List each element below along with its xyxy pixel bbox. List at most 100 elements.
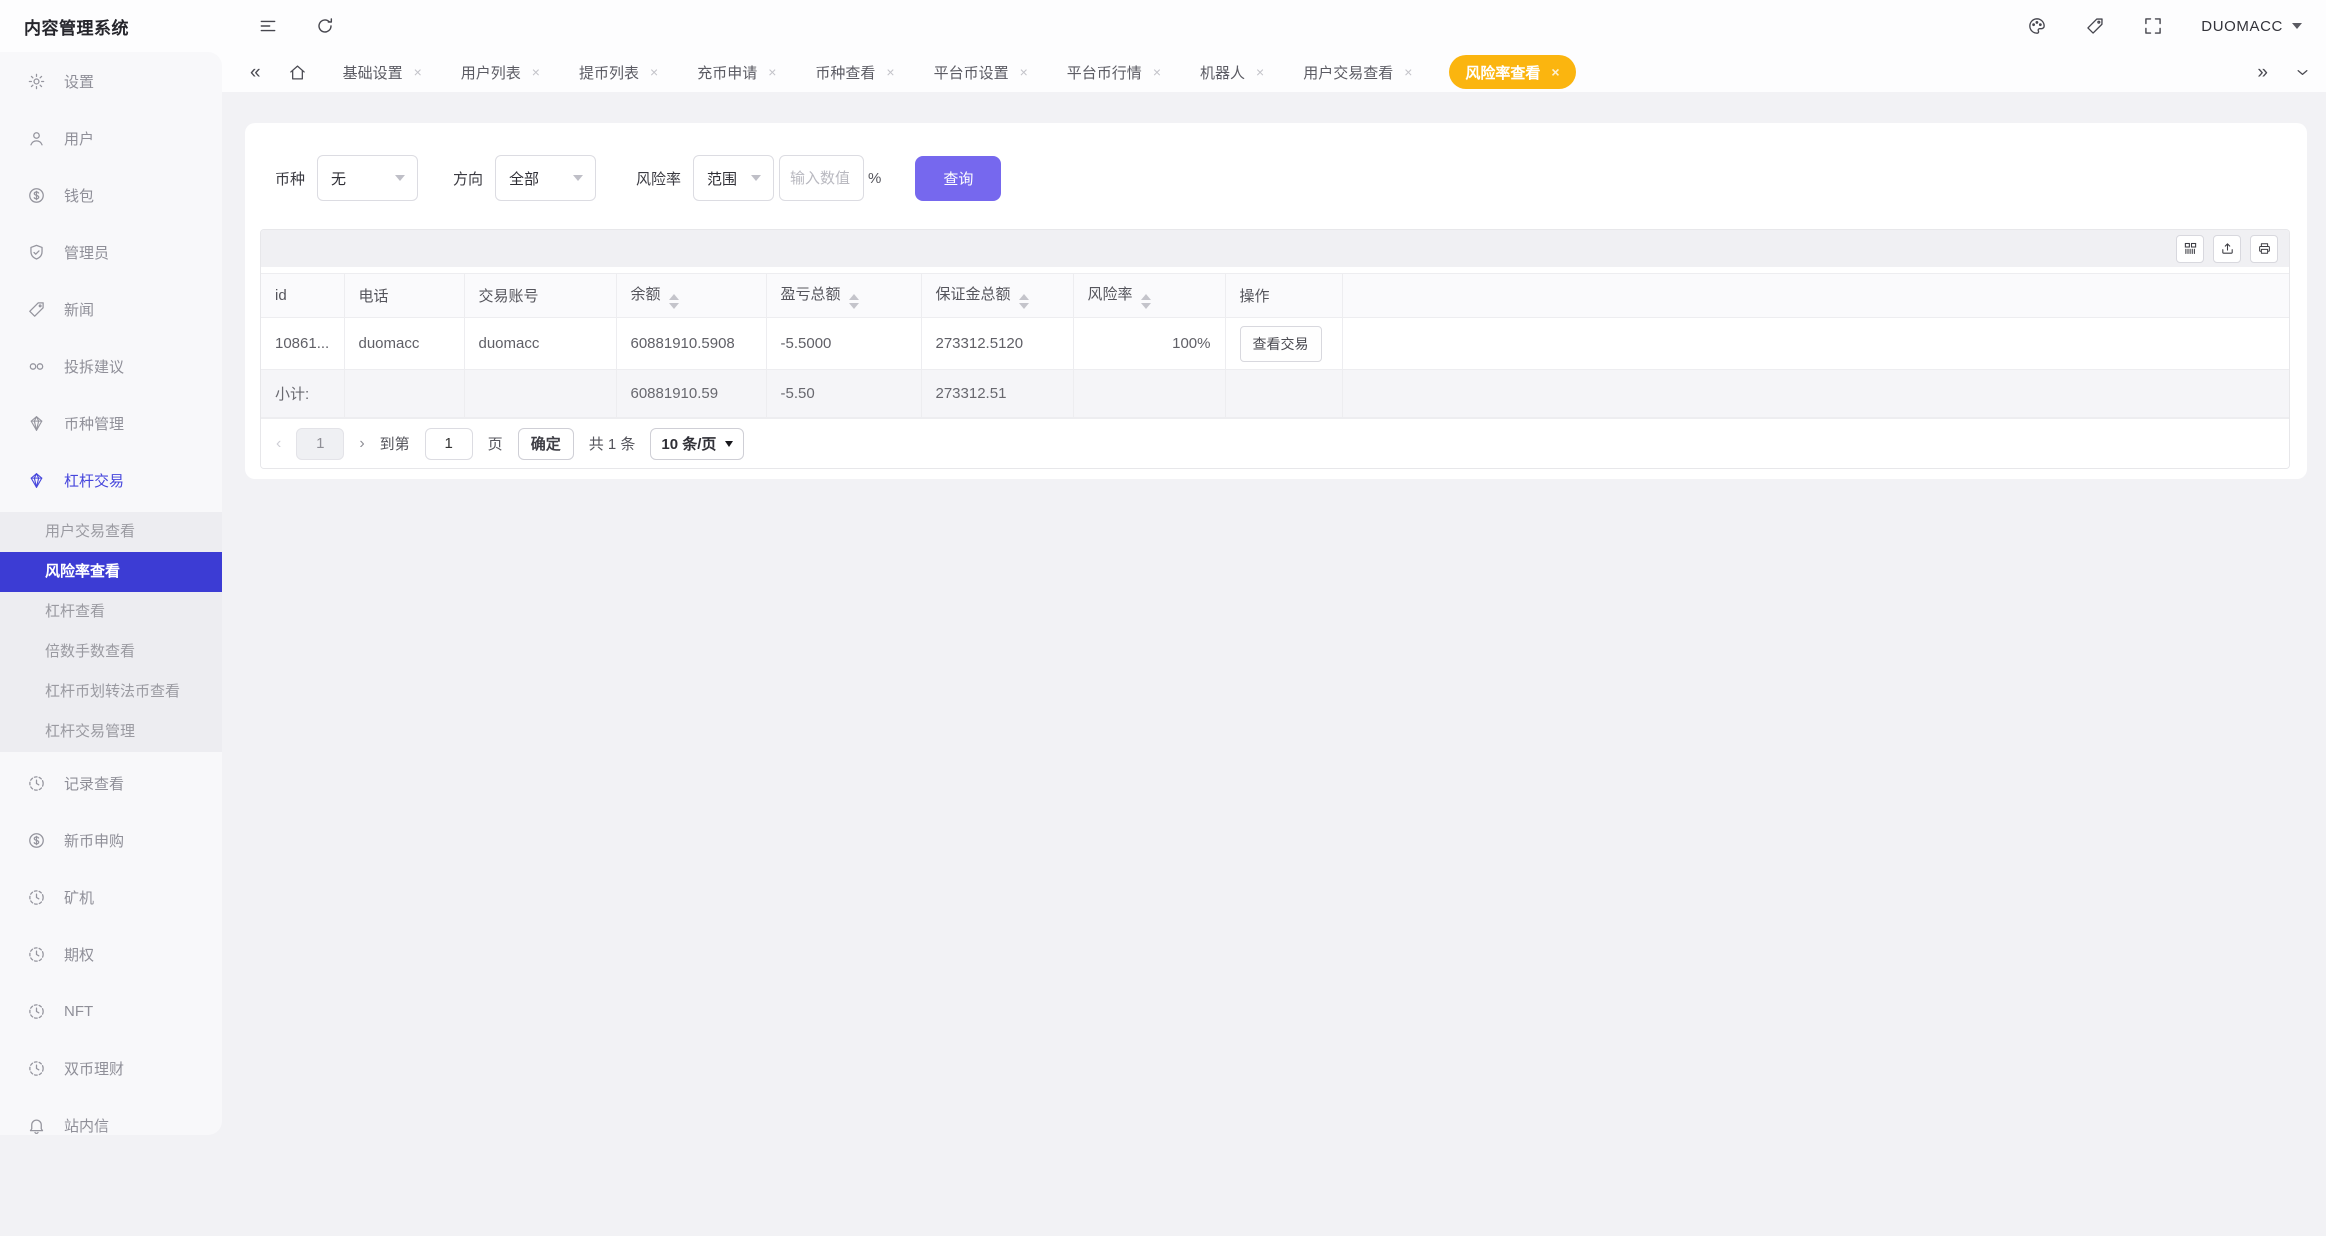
cell-account: duomacc <box>464 318 616 370</box>
close-icon[interactable]: × <box>1551 64 1559 80</box>
home-icon[interactable] <box>288 63 307 82</box>
sidebar-subitem-leverage-view[interactable]: 杠杆查看 <box>0 592 222 632</box>
next-page-icon[interactable]: › <box>359 436 364 452</box>
view-trades-button[interactable]: 查看交易 <box>1240 326 1322 362</box>
sort-icons[interactable] <box>1141 294 1151 309</box>
theme-palette-icon[interactable] <box>2027 16 2047 36</box>
sort-desc-icon <box>849 303 859 309</box>
tabs-scroll-left-icon[interactable]: « <box>250 63 261 82</box>
export-button[interactable] <box>2213 235 2241 263</box>
sidebar-item-site-mail[interactable]: 站内信 <box>0 1100 222 1135</box>
column-header-4[interactable]: 盈亏总额 <box>766 274 921 318</box>
dollar-icon <box>27 831 46 850</box>
close-icon[interactable]: × <box>768 64 776 80</box>
tag-icon[interactable] <box>2085 16 2105 36</box>
tab-3[interactable]: 充币申请× <box>695 55 778 89</box>
current-page-button[interactable]: 1 <box>296 428 344 460</box>
fullscreen-icon[interactable] <box>2143 16 2163 36</box>
close-icon[interactable]: × <box>532 64 540 80</box>
sidebar-item-feedback[interactable]: 投拆建议 <box>0 341 222 391</box>
sidebar-item-label: 钱包 <box>64 185 94 206</box>
sidebar-item-miner[interactable]: 矿机 <box>0 872 222 922</box>
tab-list: 基础设置×用户列表×提币列表×充币申请×币种查看×平台币设置×平台币行情×机器人… <box>341 55 1611 89</box>
sidebar-item-options[interactable]: 期权 <box>0 929 222 979</box>
tab-9[interactable]: 风险率查看× <box>1449 55 1575 89</box>
tab-8[interactable]: 用户交易查看 × <box>1301 55 1414 89</box>
risk-unit-label: % <box>868 170 881 187</box>
chevron-down-icon <box>573 175 583 181</box>
total-count-label: 共 1 条 <box>589 433 636 454</box>
sidebar-item-dual-invest[interactable]: 双币理财 <box>0 1043 222 1093</box>
tabs-menu-chevron-icon[interactable] <box>2295 65 2310 80</box>
user-dropdown[interactable]: DUOMACC <box>2201 18 2302 35</box>
sidebar-item-nft[interactable]: NFT <box>0 986 222 1036</box>
column-header-1: 电话 <box>344 274 464 318</box>
sidebar-subitem-risk-rate-view[interactable]: 风险率查看 <box>0 552 222 592</box>
column-header-5[interactable]: 保证金总额 <box>921 274 1073 318</box>
sidebar-item-label: 投拆建议 <box>64 356 124 377</box>
tab-4[interactable]: 币种查看 × <box>813 55 896 89</box>
close-icon[interactable]: × <box>1256 64 1264 80</box>
sort-icons[interactable] <box>669 294 679 309</box>
sidebar-subitem-leverage-manage[interactable]: 杠杆交易管理 <box>0 712 222 752</box>
content-card: 币种 无 方向 全部 风险率 范围 % 查询 <box>245 123 2307 479</box>
gem-icon <box>27 471 46 490</box>
tab-label: 币种查看 <box>815 62 875 83</box>
column-header-3[interactable]: 余额 <box>616 274 766 318</box>
sidebar-subitem-multiple-lots-view[interactable]: 倍数手数查看 <box>0 632 222 672</box>
close-icon[interactable]: × <box>650 64 658 80</box>
sidebar-item-settings[interactable]: 设置 <box>0 56 222 106</box>
close-icon[interactable]: × <box>1153 64 1161 80</box>
close-icon[interactable]: × <box>414 64 422 80</box>
tab-5[interactable]: 平台币设置 × <box>932 55 1030 89</box>
column-header-6[interactable]: 风险率 <box>1073 274 1225 318</box>
sidebar-subitem-user-trade-view[interactable]: 用户交易查看 <box>0 512 222 552</box>
sort-icons[interactable] <box>849 294 859 309</box>
tab-7[interactable]: 机器人× <box>1198 55 1266 89</box>
refresh-icon[interactable] <box>315 16 335 36</box>
tab-label: 用户交易查看 <box>1303 62 1393 83</box>
sidebar-item-currency[interactable]: 币种管理 <box>0 398 222 448</box>
subtotal-cell: 273312.51 <box>921 370 1073 418</box>
tab-1[interactable]: 用户列表× <box>459 55 542 89</box>
tab-0[interactable]: 基础设置× <box>341 55 424 89</box>
table-body: 10861...duomaccduomacc60881910.5908-5.50… <box>261 318 2289 418</box>
currency-select[interactable]: 无 <box>317 155 418 201</box>
sidebar-item-new-coin[interactable]: 新币申购 <box>0 815 222 865</box>
tab-6[interactable]: 平台币行情× <box>1065 55 1163 89</box>
subtotal-cell <box>464 370 616 418</box>
risk-mode-select[interactable]: 范围 <box>693 155 774 201</box>
app-title: 内容管理系统 <box>0 14 222 39</box>
tab-bar: « 基础设置×用户列表×提币列表×充币申请×币种查看×平台币设置×平台币行情×机… <box>0 52 2326 92</box>
close-icon[interactable]: × <box>886 64 894 80</box>
close-icon[interactable]: × <box>1404 64 1412 80</box>
sort-asc-icon <box>849 294 859 300</box>
query-button[interactable]: 查询 <box>915 156 1001 201</box>
close-icon[interactable]: × <box>1020 64 1028 80</box>
sort-icons[interactable] <box>1019 294 1029 309</box>
column-settings-button[interactable] <box>2176 235 2204 263</box>
sidebar-item-users[interactable]: 用户 <box>0 113 222 163</box>
column-header-7: 操作 <box>1225 274 1342 318</box>
risk-value-input[interactable] <box>779 155 864 201</box>
tabs-scroll-right-icon[interactable]: » <box>2257 63 2268 82</box>
goto-confirm-button[interactable]: 确定 <box>518 428 574 460</box>
prev-page-icon[interactable]: ‹ <box>276 436 281 452</box>
sidebar-item-leverage[interactable]: 杠杆交易 <box>0 455 222 505</box>
sidebar-subitem-transfer-view[interactable]: 杠杆币划转法币查看 <box>0 672 222 712</box>
shield-icon <box>27 243 46 262</box>
menu-fold-icon[interactable] <box>258 16 278 36</box>
subtotal-cell: 小计: <box>261 370 344 418</box>
sidebar-item-wallet[interactable]: 钱包 <box>0 170 222 220</box>
sidebar-item-admin[interactable]: 管理员 <box>0 227 222 277</box>
tab-label: 平台币设置 <box>934 62 1009 83</box>
tab-2[interactable]: 提币列表× <box>577 55 660 89</box>
table-head: id电话交易账号余额盈亏总额保证金总额风险率操作 <box>261 274 2289 318</box>
link-icon <box>27 357 46 376</box>
sidebar-item-records[interactable]: 记录查看 <box>0 758 222 808</box>
direction-select[interactable]: 全部 <box>495 155 596 201</box>
goto-page-input[interactable] <box>425 428 473 460</box>
sidebar-item-news[interactable]: 新闻 <box>0 284 222 334</box>
print-button[interactable] <box>2250 235 2278 263</box>
page-size-select[interactable]: 10 条/页 <box>650 428 744 460</box>
